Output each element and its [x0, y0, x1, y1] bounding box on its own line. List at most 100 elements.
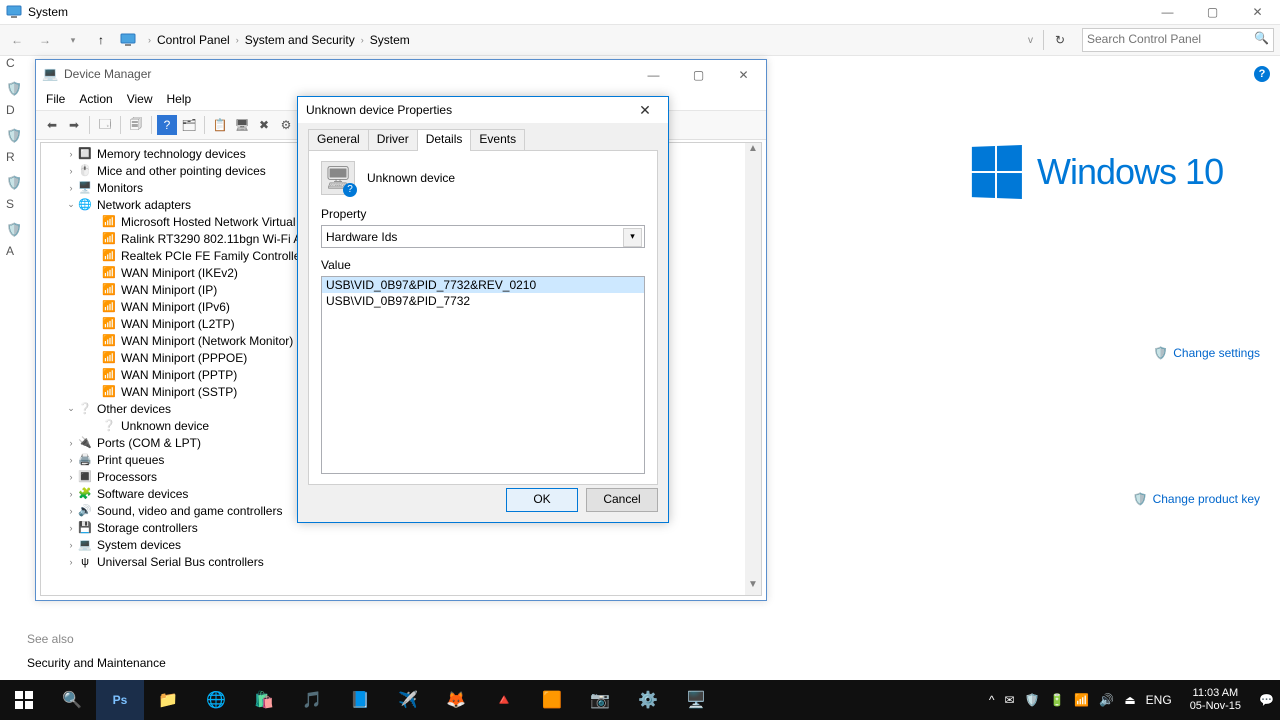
tray-icon[interactable]: 📶: [1074, 693, 1089, 707]
taskbar-app[interactable]: 📘: [336, 680, 384, 720]
dropdown-icon[interactable]: v: [1028, 35, 1033, 46]
breadcrumb-part[interactable]: System and Security: [245, 33, 355, 47]
search-icon[interactable]: 🔍: [1254, 31, 1269, 45]
start-button[interactable]: [0, 680, 48, 720]
tree-label: Storage controllers: [93, 521, 198, 535]
chevron-right-icon[interactable]: ›: [65, 149, 77, 159]
scroll-up-icon[interactable]: ▲: [745, 143, 761, 159]
breadcrumb-part[interactable]: System: [370, 33, 410, 47]
menu-file[interactable]: File: [46, 92, 65, 106]
stor-icon: 💾: [77, 520, 93, 536]
chevron-right-icon[interactable]: ›: [65, 557, 77, 567]
search-input[interactable]: [1083, 29, 1256, 49]
breadcrumb-part[interactable]: Control Panel: [157, 33, 230, 47]
taskbar-app[interactable]: 🔺: [480, 680, 528, 720]
chevron-right-icon[interactable]: ›: [65, 489, 77, 499]
mouse-icon: 🖱️: [77, 163, 93, 179]
tray-icon[interactable]: 🔋: [1049, 693, 1064, 707]
tab-general[interactable]: General: [308, 129, 369, 151]
menu-view[interactable]: View: [127, 92, 153, 106]
chevron-down-icon[interactable]: ⌄: [65, 403, 77, 414]
see-also-link[interactable]: Security and Maintenance: [27, 656, 166, 670]
system-tray[interactable]: ^ ✉ 🛡️ 🔋 📶 🔊 ⏏ ENG 11:03 AM 05-Nov-15 💬: [989, 680, 1280, 720]
change-product-key-link[interactable]: 🛡️ Change product key: [1133, 492, 1260, 506]
property-dropdown[interactable]: Hardware Ids ▾: [321, 225, 645, 248]
chevron-right-icon[interactable]: ›: [65, 455, 77, 465]
close-button[interactable]: ✕: [721, 62, 766, 88]
scroll-down-icon[interactable]: ▼: [745, 579, 761, 595]
maximize-button[interactable]: ▢: [676, 62, 721, 88]
scrollbar[interactable]: ▲ ▼: [745, 143, 761, 595]
recent-button[interactable]: ▾: [62, 29, 84, 51]
chevron-down-icon[interactable]: ▾: [623, 228, 642, 247]
unk-icon: ❔: [101, 418, 117, 434]
refresh-button[interactable]: ↻: [1050, 33, 1070, 47]
tool-icon[interactable]: 🗂: [179, 115, 199, 135]
tool-icon[interactable]: 🗔: [95, 115, 115, 135]
tray-icon[interactable]: ⏏: [1124, 693, 1135, 707]
tab-details[interactable]: Details: [417, 129, 472, 151]
taskbar-app-store[interactable]: 🛍️: [240, 680, 288, 720]
minimize-button[interactable]: —: [1145, 0, 1190, 24]
taskbar-app-explorer[interactable]: 📁: [144, 680, 192, 720]
tree-node[interactable]: ›ψUniversal Serial Bus controllers: [41, 553, 761, 570]
help-icon[interactable]: ?: [157, 115, 177, 135]
tray-notifications-icon[interactable]: 💬: [1259, 693, 1274, 707]
chevron-right-icon[interactable]: ›: [65, 506, 77, 516]
forward-button[interactable]: →: [34, 29, 56, 51]
chevron-right-icon[interactable]: ›: [65, 183, 77, 193]
chevron-right-icon[interactable]: ›: [65, 523, 77, 533]
chevron-right-icon[interactable]: ›: [65, 472, 77, 482]
chevron-right-icon[interactable]: ›: [65, 540, 77, 550]
tray-volume-icon[interactable]: 🔊: [1099, 693, 1114, 707]
chevron-right-icon[interactable]: ›: [65, 438, 77, 448]
netc-icon: 📶: [101, 316, 117, 332]
tool-icon[interactable]: ✖: [254, 115, 274, 135]
minimize-button[interactable]: —: [631, 62, 676, 88]
maximize-button[interactable]: ▢: [1190, 0, 1235, 24]
chevron-right-icon[interactable]: ›: [65, 166, 77, 176]
close-button[interactable]: ✕: [1235, 0, 1280, 24]
taskbar-app[interactable]: 🦊: [432, 680, 480, 720]
taskbar-app[interactable]: ⚙️: [624, 680, 672, 720]
breadcrumb[interactable]: › Control Panel › System and Security › …: [144, 33, 1022, 47]
tray-lang[interactable]: ENG: [1146, 693, 1172, 707]
change-settings-link[interactable]: 🛡️ Change settings: [1153, 346, 1260, 360]
taskbar-app-edge[interactable]: 🌐: [192, 680, 240, 720]
taskbar-app[interactable]: 🟧: [528, 680, 576, 720]
close-icon[interactable]: ✕: [630, 102, 660, 119]
taskbar-app[interactable]: Ps: [96, 680, 144, 720]
net-icon: 🌐: [77, 197, 93, 213]
help-icon[interactable]: ?: [1254, 66, 1270, 82]
taskbar-app[interactable]: 🖥️: [672, 680, 720, 720]
tree-node[interactable]: ›💻System devices: [41, 536, 761, 553]
search-box[interactable]: 🔍: [1082, 28, 1274, 52]
devmgr-icon: 💻: [42, 66, 58, 82]
tool-icon[interactable]: ⚙: [276, 115, 296, 135]
back-button[interactable]: ←: [6, 29, 28, 51]
search-icon[interactable]: 🔍: [48, 680, 96, 720]
tool-icon[interactable]: 📋: [210, 115, 230, 135]
tool-icon[interactable]: 🗐: [126, 115, 146, 135]
cancel-button[interactable]: Cancel: [586, 488, 658, 512]
value-row[interactable]: USB\VID_0B97&PID_7732: [322, 293, 644, 309]
tray-icon[interactable]: 🛡️: [1025, 693, 1040, 707]
value-listbox[interactable]: USB\VID_0B97&PID_7732&REV_0210 USB\VID_0…: [321, 276, 645, 474]
tab-driver[interactable]: Driver: [368, 129, 418, 151]
taskbar-app[interactable]: 📷: [576, 680, 624, 720]
back-icon[interactable]: ⬅: [42, 115, 62, 135]
chevron-down-icon[interactable]: ⌄: [65, 199, 77, 210]
forward-icon[interactable]: ➡: [64, 115, 84, 135]
tray-chevron-up-icon[interactable]: ^: [989, 693, 995, 707]
tray-icon[interactable]: ✉: [1004, 693, 1014, 707]
tab-events[interactable]: Events: [470, 129, 525, 151]
value-row[interactable]: USB\VID_0B97&PID_7732&REV_0210: [322, 277, 644, 293]
ok-button[interactable]: OK: [506, 488, 578, 512]
up-button[interactable]: ↑: [90, 29, 112, 51]
menu-help[interactable]: Help: [167, 92, 192, 106]
tray-clock[interactable]: 11:03 AM 05-Nov-15: [1182, 687, 1249, 713]
menu-action[interactable]: Action: [79, 92, 112, 106]
taskbar-app[interactable]: ✈️: [384, 680, 432, 720]
taskbar-app[interactable]: 🎵: [288, 680, 336, 720]
tool-icon[interactable]: 🖥: [232, 115, 252, 135]
